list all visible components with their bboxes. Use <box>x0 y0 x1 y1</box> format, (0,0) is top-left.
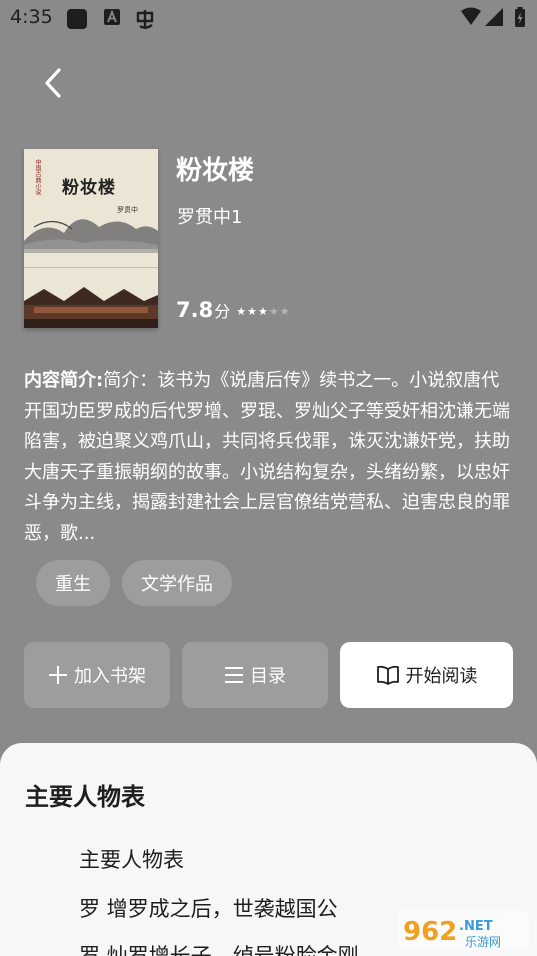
sheet-line: 罗 增罗成之后，世袭越国公 <box>79 897 338 921</box>
start-reading-button[interactable]: 开始阅读 <box>340 642 513 708</box>
description-text: 简介：该书为《说唐后传》续书之一。小说叙唐代开国功臣罗成的后代罗增、罗琨、罗灿父… <box>24 370 510 544</box>
open-book-icon <box>376 665 399 685</box>
book-description: 内容简介:简介：该书为《说唐后传》续书之一。小说叙唐代开国功臣罗成的后代罗增、罗… <box>24 366 514 549</box>
tag-chip[interactable]: 重生 <box>36 560 110 606</box>
status-bar: 4:35 <box>0 0 537 36</box>
status-time: 4:35 <box>10 6 53 28</box>
watermark-domain: .NET <box>459 919 493 934</box>
chevron-left-icon <box>45 68 61 98</box>
start-reading-label: 开始阅读 <box>405 666 478 687</box>
watermark-number: 962 <box>403 917 457 947</box>
star-empty-icon: ★ <box>268 305 279 318</box>
cover-series: 中国古典小说 <box>34 159 41 195</box>
cover-title: 粉妆楼 <box>62 178 116 198</box>
cover-author: 罗贯中 <box>117 206 138 214</box>
bug-icon <box>136 10 154 29</box>
star-empty-icon: ★ <box>279 305 290 318</box>
signal-icon <box>485 8 503 26</box>
list-icon <box>225 667 243 683</box>
sheet-line: 主要人物表 <box>79 848 184 872</box>
watermark-site: 乐游网 <box>465 935 501 949</box>
book-cover[interactable]: 中国古典小说 粉妆楼 罗贯中 <box>24 149 158 328</box>
back-button[interactable] <box>30 60 76 106</box>
table-of-contents-label: 目录 <box>250 666 286 687</box>
star-filled-icon: ★ <box>247 305 257 318</box>
add-to-shelf-label: 加入书架 <box>74 666 146 687</box>
sheet-line: 罗 灿罗增长子，绰号粉脸金刚 <box>79 944 359 956</box>
star-filled-icon: ★ <box>236 305 247 318</box>
book-title: 粉妆楼 <box>176 156 255 186</box>
rating: 7.8 分 ★ ★ ★ ★ ★ <box>176 298 290 322</box>
tag-chip[interactable]: 文学作品 <box>122 560 232 606</box>
book-author: 罗贯中1 <box>177 207 243 228</box>
rating-unit: 分 <box>214 302 231 321</box>
plus-icon <box>49 666 67 684</box>
add-to-shelf-button[interactable]: 加入书架 <box>24 642 170 708</box>
description-label: 内容简介: <box>24 370 104 391</box>
character-list-sheet[interactable]: 主要人物表 主要人物表 罗 增罗成之后，世袭越国公 罗 灿罗增长子，绰号粉脸金刚… <box>0 743 537 956</box>
action-bar: 加入书架 目录 开始阅读 <box>24 642 513 708</box>
tag-list: 重生 文学作品 <box>36 560 232 606</box>
rating-stars: ★ ★ ★ ★ ★ <box>236 306 289 317</box>
sheet-title: 主要人物表 <box>25 783 145 811</box>
battery-charging-icon <box>515 7 525 27</box>
star-filled-icon: ★ <box>257 305 268 318</box>
rating-score: 7.8 <box>176 298 214 322</box>
watermark-logo: 962 .NET 乐游网 <box>397 910 529 950</box>
wifi-icon <box>461 7 481 25</box>
app-square-icon <box>67 9 87 29</box>
table-of-contents-button[interactable]: 目录 <box>182 642 328 708</box>
a-box-icon <box>104 9 120 25</box>
